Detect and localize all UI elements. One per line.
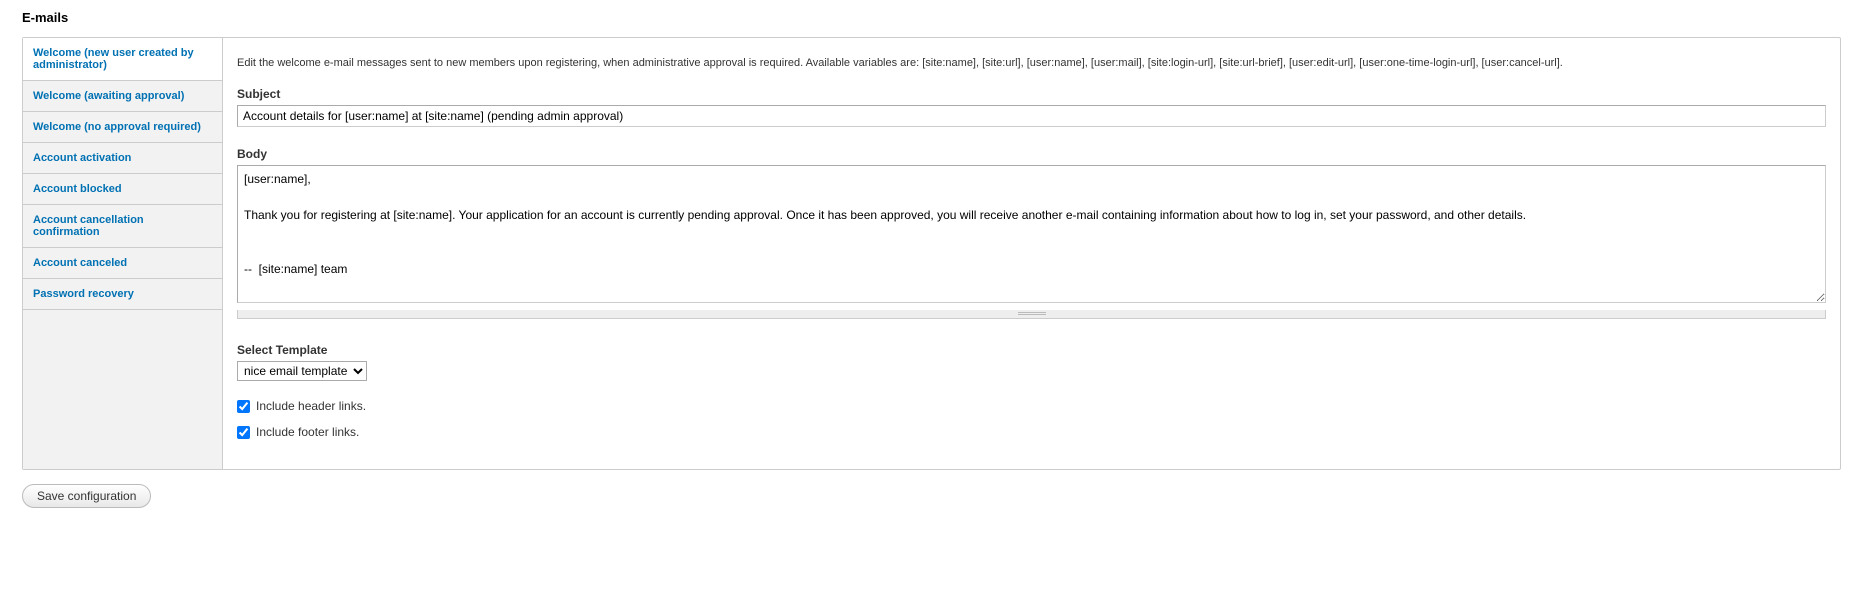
tab-account-blocked[interactable]: Account blocked bbox=[23, 174, 222, 205]
tab-account-canceled[interactable]: Account canceled bbox=[23, 248, 222, 279]
textarea-resize-grippie[interactable] bbox=[237, 310, 1826, 319]
tab-welcome-admin-created[interactable]: Welcome (new user created by administrat… bbox=[23, 38, 223, 81]
include-footer-label: Include footer links. bbox=[256, 425, 359, 439]
tab-password-recovery[interactable]: Password recovery bbox=[23, 279, 222, 310]
tab-account-cancellation-confirmation[interactable]: Account cancellation confirmation bbox=[23, 205, 222, 248]
description-text: Edit the welcome e-mail messages sent to… bbox=[237, 56, 1826, 71]
include-footer-row: Include footer links. bbox=[237, 425, 1826, 439]
include-header-row: Include header links. bbox=[237, 399, 1826, 413]
tab-account-activation[interactable]: Account activation bbox=[23, 143, 222, 174]
select-template-dropdown[interactable]: nice email template bbox=[237, 361, 367, 381]
content-area: Edit the welcome e-mail messages sent to… bbox=[223, 38, 1840, 469]
subject-input[interactable] bbox=[237, 105, 1826, 127]
tab-welcome-awaiting-approval[interactable]: Welcome (awaiting approval) bbox=[23, 81, 222, 112]
main-container: Welcome (new user created by administrat… bbox=[22, 37, 1841, 470]
select-template-label: Select Template bbox=[237, 343, 1826, 357]
tab-welcome-no-approval[interactable]: Welcome (no approval required) bbox=[23, 112, 222, 143]
save-configuration-button[interactable]: Save configuration bbox=[22, 484, 151, 508]
include-header-checkbox[interactable] bbox=[237, 400, 250, 413]
body-wrapper bbox=[237, 165, 1826, 306]
page-title: E-mails bbox=[22, 0, 1841, 37]
tab-sidebar: Welcome (new user created by administrat… bbox=[23, 38, 223, 469]
include-footer-checkbox[interactable] bbox=[237, 426, 250, 439]
subject-label: Subject bbox=[237, 87, 1826, 101]
body-label: Body bbox=[237, 147, 1826, 161]
body-textarea[interactable] bbox=[237, 165, 1826, 303]
include-header-label: Include header links. bbox=[256, 399, 366, 413]
